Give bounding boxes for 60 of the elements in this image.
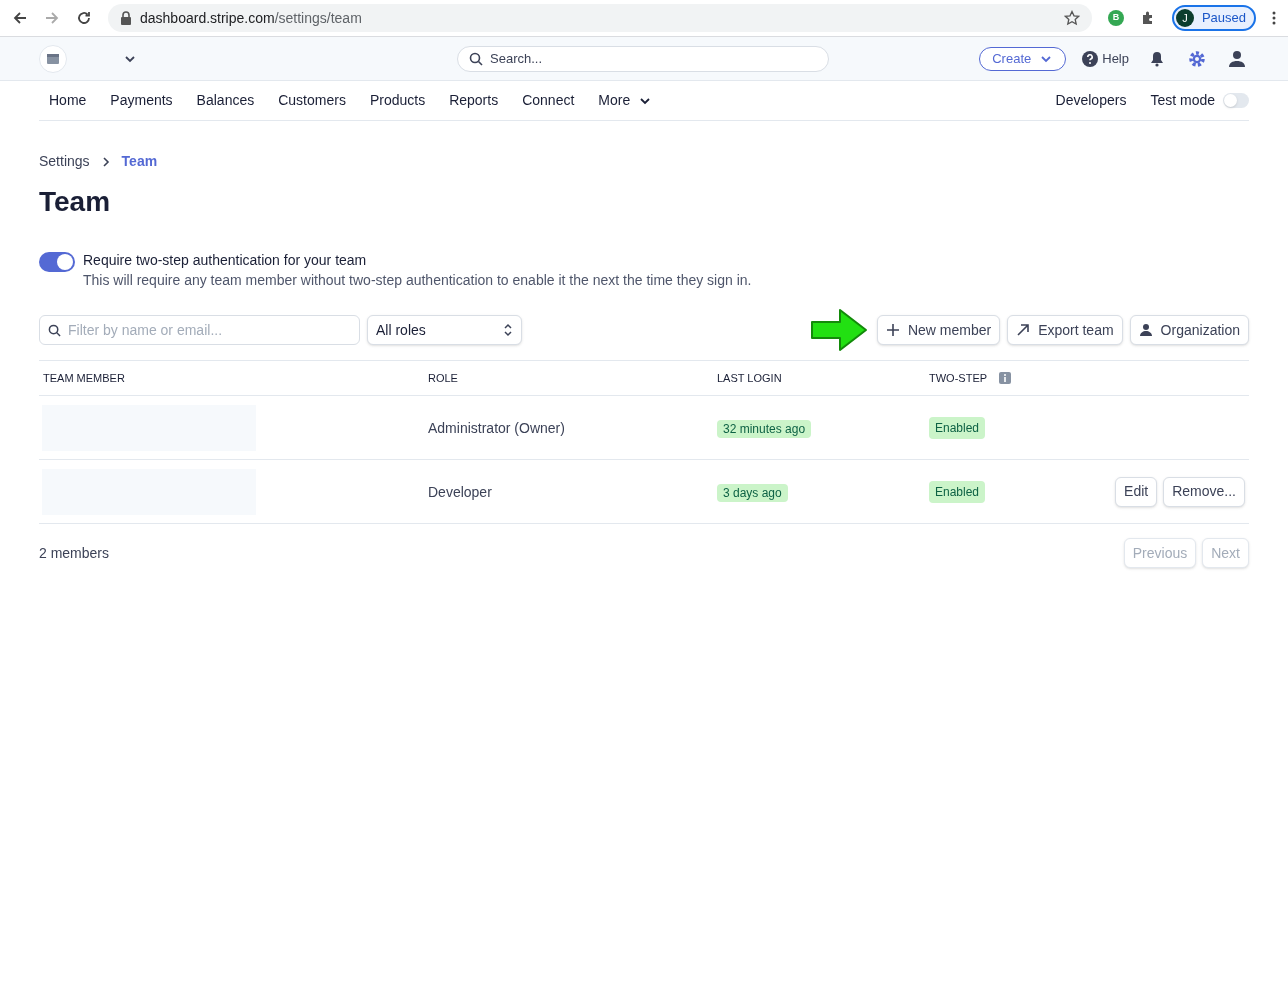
updown-icon <box>503 323 513 337</box>
nav-link[interactable]: Products <box>369 90 426 111</box>
url-host: dashboard.stripe.com <box>140 9 275 26</box>
breadcrumb-link[interactable]: Settings <box>39 151 90 172</box>
action-button[interactable]: Organization <box>1129 315 1249 345</box>
nav-link[interactable]: More <box>598 90 653 111</box>
nav-link[interactable]: Payments <box>110 90 173 111</box>
column-header: ROLE <box>428 370 458 386</box>
role-select[interactable]: All roles <box>367 315 522 345</box>
more-menu-icon[interactable] <box>1272 11 1276 25</box>
member-count: 2 members <box>39 543 110 563</box>
test-mode-toggle[interactable] <box>1223 93 1249 108</box>
action-button[interactable]: Export team <box>1007 315 1123 345</box>
store-icon[interactable] <box>39 44 67 73</box>
two-step-description: This will require any team member without two-step authentication to enable it the next the time they sign in. <box>83 271 752 290</box>
column-header: TEAM MEMBER <box>43 370 125 386</box>
arrow-up-right-icon <box>1016 323 1031 337</box>
nav-link[interactable]: Customers <box>278 90 346 111</box>
breadcrumb-link[interactable]: Team <box>121 151 158 172</box>
column-header: TWO-STEP <box>929 370 988 386</box>
last-login-badge: 32 minutes ago <box>717 419 812 438</box>
filter-field[interactable]: Filter by name or email... <box>39 315 360 345</box>
help-icon <box>1082 50 1099 67</box>
reload-icon[interactable] <box>76 10 92 26</box>
two-step-label: Require two-step authentication for your team <box>83 251 368 270</box>
chevron-right-icon <box>101 155 110 168</box>
developers-link[interactable]: Developers <box>1055 90 1127 111</box>
arrow-icon <box>809 308 868 352</box>
address-bar[interactable]: dashboard.stripe.com/settings/team <box>108 4 1092 32</box>
search-icon <box>469 51 483 66</box>
row-action-button[interactable]: Edit <box>1115 476 1158 507</box>
last-login-badge: 3 days ago <box>717 483 788 502</box>
profile-status: Paused <box>1201 9 1246 28</box>
nav-link[interactable]: Home <box>49 90 87 111</box>
person-icon <box>1138 323 1153 337</box>
test-mode-label: Test mode <box>1150 91 1215 110</box>
action-button[interactable]: New member <box>876 315 1001 345</box>
plus-icon <box>885 323 900 337</box>
nav-link[interactable]: Reports <box>449 90 499 111</box>
status-badge: Enabled <box>929 480 986 503</box>
lock-icon <box>120 11 132 25</box>
profile-avatar: J <box>1175 9 1194 27</box>
two-step-toggle[interactable] <box>39 252 75 272</box>
row-action-button[interactable]: Remove... <box>1163 476 1245 507</box>
help-button[interactable]: Help <box>1082 48 1129 69</box>
nav-link[interactable]: Connect <box>522 90 575 111</box>
role-text: Developer <box>428 483 492 500</box>
column-header: LAST LOGIN <box>717 370 782 386</box>
search-field[interactable]: Search... <box>457 45 829 72</box>
url-path: /settings/team <box>274 9 362 26</box>
info-icon[interactable] <box>999 372 1012 384</box>
nav-link[interactable]: Balances <box>196 90 255 111</box>
page-title: Team <box>39 185 112 219</box>
status-badge: Enabled <box>929 416 986 439</box>
search-icon <box>48 324 61 337</box>
star-icon[interactable] <box>1063 10 1080 26</box>
profile-button[interactable]: J Paused <box>1171 5 1256 31</box>
create-button[interactable]: Create <box>979 46 1067 71</box>
role-text: Administrator (Owner) <box>428 419 565 436</box>
back-icon[interactable] <box>12 10 28 26</box>
